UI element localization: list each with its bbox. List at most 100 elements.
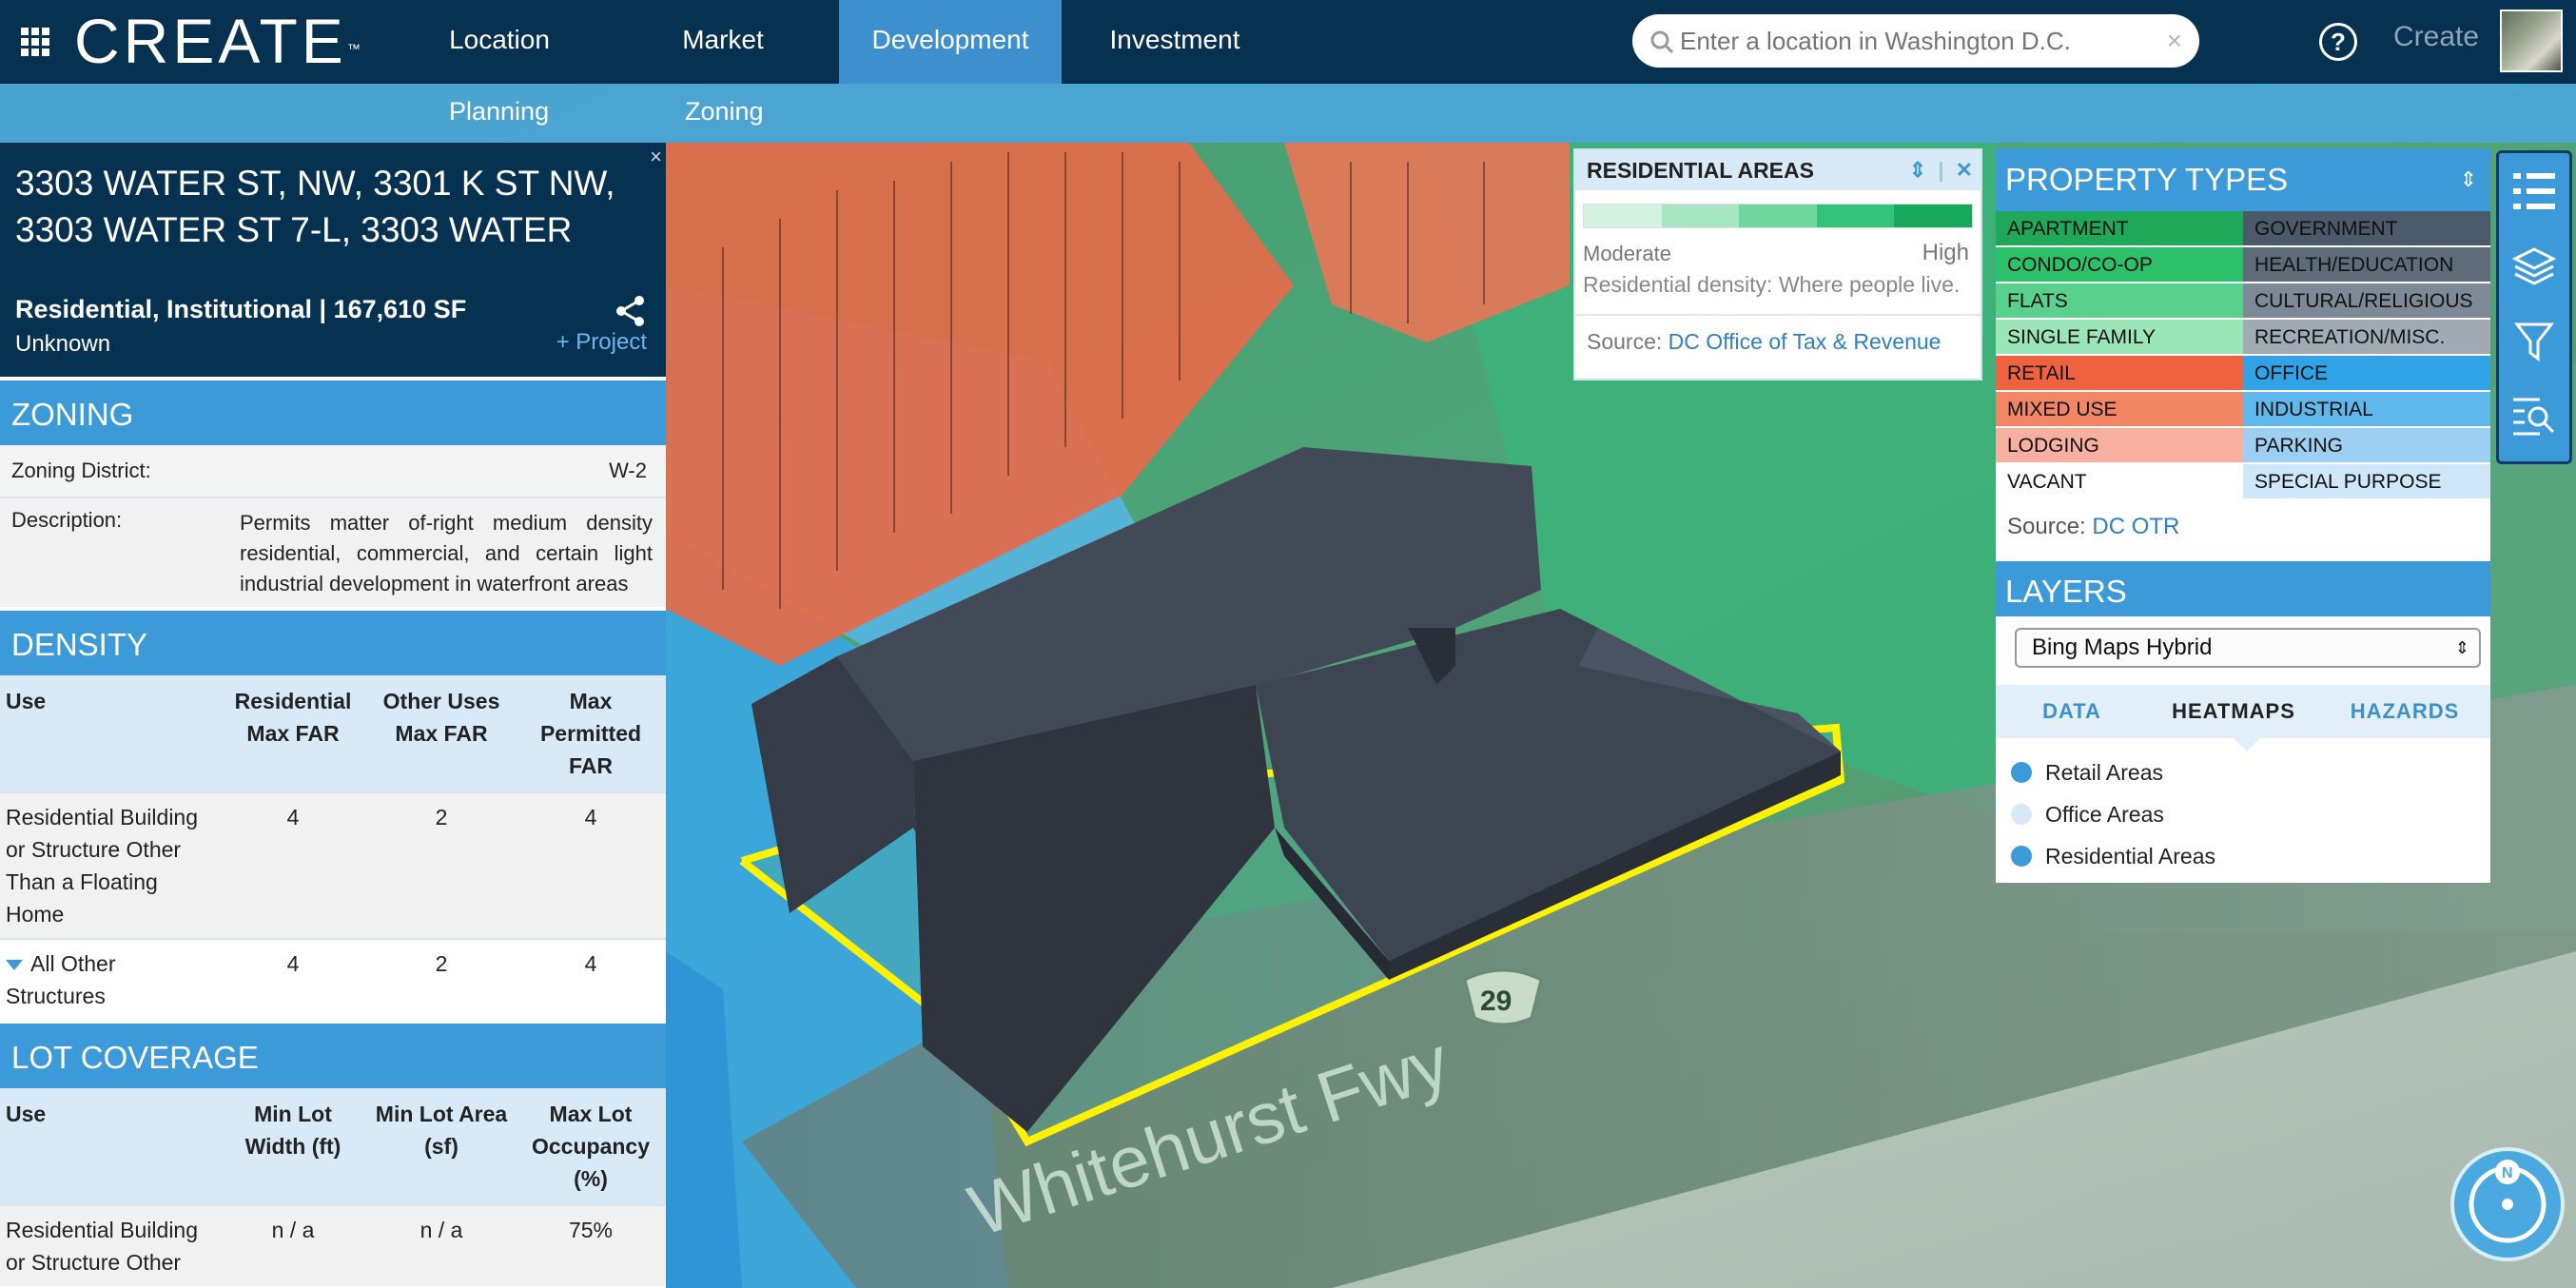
density-header-use: Use bbox=[0, 675, 219, 792]
property-type-office[interactable]: OFFICE bbox=[2243, 356, 2490, 392]
legend-layers-panel: PROPERTY TYPES ⇕ APARTMENT GOVERNMENT COND… bbox=[1996, 148, 2490, 890]
nav-development[interactable]: Development bbox=[839, 0, 1062, 84]
lot-cell: 75% bbox=[516, 1204, 666, 1286]
search-list-icon[interactable] bbox=[2499, 381, 2569, 450]
property-type-flats[interactable]: FLATS bbox=[1996, 283, 2243, 320]
filter-icon[interactable] bbox=[2499, 307, 2569, 376]
lot-header-occupancy: Max Lot Occupancy (%) bbox=[516, 1088, 666, 1205]
layers-icon[interactable] bbox=[2499, 233, 2569, 302]
create-logo[interactable]: CREATE™ bbox=[74, 8, 361, 74]
density-cell: 4 bbox=[516, 791, 666, 939]
clear-search-icon[interactable]: × bbox=[2167, 26, 2182, 56]
table-row: Residential Building or Structure Other … bbox=[0, 791, 666, 939]
property-type-recreation-misc[interactable]: RECREATION/MISC. bbox=[2243, 320, 2490, 356]
property-type-vacant[interactable]: VACANT bbox=[1996, 464, 2243, 500]
density-header-max: Max Permitted FAR bbox=[516, 675, 666, 792]
sort-arrows-icon[interactable]: ⇕ bbox=[2460, 148, 2477, 211]
search-input[interactable] bbox=[1678, 22, 2154, 60]
chevron-updown-icon: ⇕ bbox=[2454, 638, 2469, 657]
sub-navigation: Planning Zoning bbox=[0, 84, 2576, 143]
scale-swatch bbox=[1661, 205, 1740, 227]
tab-hazards[interactable]: HAZARDS bbox=[2319, 699, 2490, 724]
toggle-dot-icon[interactable] bbox=[2011, 762, 2032, 783]
property-type-condo-co-op[interactable]: CONDO/CO-OP bbox=[1996, 247, 2243, 283]
property-details-panel: 3303 WATER ST, NW, 3301 K ST NW, 3303 WA… bbox=[0, 143, 666, 1288]
heatmap-retail[interactable]: Retail Areas bbox=[2011, 751, 2475, 793]
property-type-retail[interactable]: RETAIL bbox=[1996, 356, 2243, 392]
property-type-apartment[interactable]: APARTMENT bbox=[1996, 211, 2243, 247]
toggle-dot-icon[interactable] bbox=[2011, 804, 2032, 825]
layers-title[interactable]: LAYERS bbox=[1996, 556, 2490, 616]
lot-cell: n / a bbox=[367, 1204, 516, 1286]
nav-location[interactable]: Location bbox=[419, 0, 580, 84]
source-link[interactable]: DC OTR bbox=[2092, 514, 2179, 539]
share-icon[interactable] bbox=[615, 295, 647, 327]
density-cell: 2 bbox=[367, 938, 516, 1020]
user-name-link[interactable]: Create bbox=[2393, 21, 2479, 53]
tab-data[interactable]: DATA bbox=[1996, 699, 2148, 724]
search-icon bbox=[1650, 30, 1674, 54]
sort-arrows-icon[interactable]: ⇕ bbox=[1909, 158, 1926, 182]
scale-swatch bbox=[1816, 205, 1895, 227]
help-icon[interactable]: ? bbox=[2319, 23, 2357, 61]
legend-description: Residential density: Where people live. bbox=[1583, 272, 1961, 297]
svg-text:29: 29 bbox=[1480, 986, 1512, 1017]
density-cell: 4 bbox=[219, 791, 367, 939]
property-type-cultural-religious[interactable]: CULTURAL/RELIGIOUS bbox=[2243, 283, 2490, 320]
zoning-section-title[interactable]: ZONING bbox=[0, 377, 666, 445]
property-type-single-family[interactable]: SINGLE FAMILY bbox=[1996, 320, 2243, 356]
density-section-title[interactable]: DENSITY bbox=[0, 607, 666, 675]
route-shield-icon: 29 bbox=[1463, 968, 1543, 1026]
heatmap-office[interactable]: Office Areas bbox=[2011, 793, 2475, 835]
basemap-select[interactable]: Bing Maps Hybrid ⇕ bbox=[2015, 628, 2481, 668]
lot-cell: Residential Building or Structure Other bbox=[0, 1204, 219, 1286]
svg-text:N: N bbox=[2502, 1165, 2513, 1181]
property-type-parking[interactable]: PARKING bbox=[2243, 428, 2490, 464]
layer-tabs: DATA HEATMAPS HAZARDS bbox=[1996, 685, 2490, 751]
density-cell: 4 bbox=[516, 938, 666, 1020]
add-project-link[interactable]: + Project bbox=[556, 329, 647, 356]
property-types-title[interactable]: PROPERTY TYPES ⇕ bbox=[1996, 148, 2490, 211]
scale-swatch bbox=[1584, 205, 1662, 227]
avatar[interactable] bbox=[2500, 10, 2563, 72]
nav-market[interactable]: Market bbox=[647, 0, 799, 84]
heatmap-list: Retail Areas Office Areas Residential Ar… bbox=[1996, 738, 2490, 883]
legend-list-icon[interactable] bbox=[2499, 157, 2569, 225]
close-icon[interactable]: × bbox=[650, 145, 662, 169]
subnav-planning[interactable]: Planning bbox=[449, 84, 549, 143]
nav-investment[interactable]: Investment bbox=[1094, 0, 1256, 84]
apps-grid-icon[interactable] bbox=[21, 28, 49, 56]
tab-heatmaps[interactable]: HEATMAPS bbox=[2148, 699, 2319, 724]
close-icon[interactable]: ✕ bbox=[1956, 158, 1973, 182]
density-header-other: Other Uses Max FAR bbox=[367, 675, 516, 792]
toggle-dot-icon[interactable] bbox=[2011, 846, 2032, 867]
property-status: Unknown bbox=[15, 331, 111, 357]
compass-icon[interactable]: N bbox=[2450, 1147, 2565, 1261]
property-type-mixed-use[interactable]: MIXED USE bbox=[1996, 392, 2243, 428]
property-type-special-purpose[interactable]: SPECIAL PURPOSE bbox=[2243, 464, 2490, 500]
zoning-description-label: Description: bbox=[11, 508, 123, 532]
expand-caret-icon[interactable] bbox=[6, 960, 23, 971]
density-cell: Residential Building or Structure Other … bbox=[0, 791, 219, 939]
property-type-industrial[interactable]: INDUSTRIAL bbox=[2243, 392, 2490, 428]
scale-low-label: Moderate bbox=[1583, 242, 1671, 265]
heatmap-residential[interactable]: Residential Areas bbox=[2011, 835, 2475, 877]
property-type-health-education[interactable]: HEALTH/EDUCATION bbox=[2243, 247, 2490, 283]
density-cell[interactable]: All Other Structures bbox=[0, 938, 219, 1020]
lot-cell: n / a bbox=[219, 1204, 367, 1286]
source-link[interactable]: DC Office of Tax & Revenue bbox=[1669, 329, 1942, 354]
table-row[interactable]: All Other Structures 4 2 4 bbox=[0, 938, 666, 1020]
property-type-lodging[interactable]: LODGING bbox=[1996, 428, 2243, 464]
property-use-summary: Residential, Institutional | 167,610 SF bbox=[15, 295, 467, 323]
lot-coverage-section-title[interactable]: LOT COVERAGE bbox=[0, 1020, 666, 1088]
density-cell: 4 bbox=[219, 938, 367, 1020]
zoning-description-row: Description: Permits matter of-right med… bbox=[0, 498, 666, 607]
residential-legend-title: RESIDENTIAL AREAS ⇕ | ✕ bbox=[1575, 150, 1981, 190]
map-toolbar bbox=[2496, 150, 2572, 464]
scale-swatch bbox=[1894, 205, 1972, 227]
subnav-zoning[interactable]: Zoning bbox=[685, 84, 764, 143]
density-scale-bar bbox=[1583, 204, 1973, 228]
property-type-government[interactable]: GOVERNMENT bbox=[2243, 211, 2490, 247]
legend-source: Source: DC Office of Tax & Revenue bbox=[1575, 314, 1981, 368]
lot-header-area: Min Lot Area (sf) bbox=[367, 1088, 516, 1205]
